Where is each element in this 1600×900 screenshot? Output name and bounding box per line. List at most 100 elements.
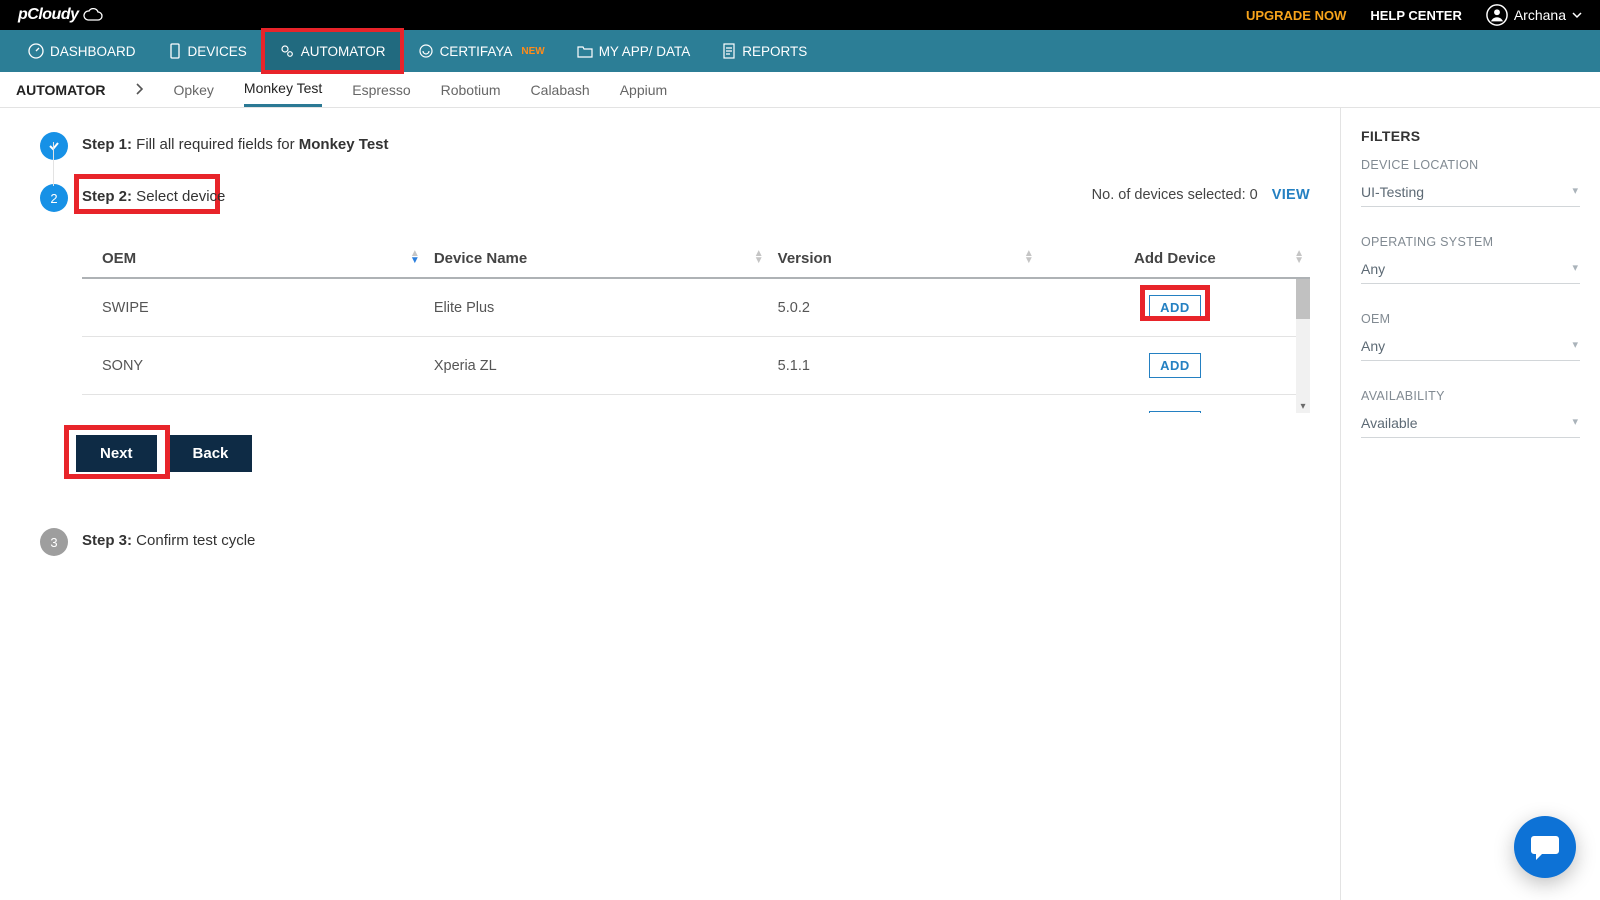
topbar-right: UPGRADE NOW HELP CENTER Archana bbox=[1246, 4, 1582, 26]
tab-monkey-test[interactable]: Monkey Test bbox=[244, 72, 322, 107]
view-link[interactable]: VIEW bbox=[1272, 187, 1310, 203]
cell-device: Elite Plus bbox=[426, 279, 770, 337]
nav-certifaya[interactable]: CERTIFAYA NEW bbox=[402, 30, 561, 72]
back-button[interactable]: Back bbox=[169, 435, 253, 472]
filter-availability[interactable]: Available bbox=[1361, 409, 1580, 438]
col-add-header[interactable]: Add Device ▲▼ bbox=[1040, 240, 1310, 278]
cell-oem: SWIPE bbox=[82, 279, 426, 337]
col-add-label: Add Device bbox=[1134, 250, 1216, 267]
cell-version: 5.0.2 bbox=[770, 279, 1040, 337]
device-icon bbox=[168, 43, 182, 59]
add-button[interactable]: ADD bbox=[1149, 353, 1201, 378]
step-2-label: Step 2: bbox=[82, 188, 132, 205]
filter-oem[interactable]: Any bbox=[1361, 332, 1580, 361]
step-2: 2 Step 2: Select device No. of devices s… bbox=[40, 184, 1310, 212]
breadcrumb: AUTOMATOR bbox=[16, 82, 105, 98]
tab-calabash[interactable]: Calabash bbox=[531, 74, 590, 106]
sort-icon: ▲▼ bbox=[1294, 250, 1304, 264]
step-1-title: Step 1: Fill all required fields for Mon… bbox=[82, 136, 389, 153]
cell-oem: SONY bbox=[82, 337, 426, 395]
cell-version: 7.0.0 bbox=[770, 395, 1040, 414]
step-1-text: Fill all required fields for bbox=[132, 136, 299, 153]
filter-availability-label: AVAILABILITY bbox=[1361, 389, 1580, 403]
filter-os-value: Any bbox=[1361, 255, 1580, 284]
chat-icon bbox=[1530, 833, 1560, 861]
col-device-header[interactable]: Device Name ▲▼ bbox=[426, 240, 770, 278]
certifaya-icon bbox=[418, 43, 434, 59]
avatar-icon bbox=[1486, 4, 1508, 26]
step-1: Step 1: Fill all required fields for Mon… bbox=[40, 132, 1310, 160]
nav-automator[interactable]: AUTOMATOR bbox=[263, 30, 402, 72]
device-table: OEM ▲▼ Device Name ▲▼ Version ▲▼ Add D bbox=[82, 240, 1310, 279]
step-2-right: No. of devices selected: 0 VIEW bbox=[1092, 187, 1310, 203]
step-connector bbox=[53, 142, 54, 186]
logo-text: pCloudy bbox=[18, 6, 79, 24]
col-version-header[interactable]: Version ▲▼ bbox=[770, 240, 1040, 278]
tab-opkey[interactable]: Opkey bbox=[173, 74, 213, 106]
nav-devices-label: DEVICES bbox=[188, 44, 247, 59]
selected-count-label: No. of devices selected: bbox=[1092, 187, 1250, 203]
table-row: SONY Xperia ZL 5.1.1 ADD bbox=[82, 337, 1310, 395]
chat-button[interactable] bbox=[1514, 816, 1576, 878]
nav-certifaya-label: CERTIFAYA bbox=[440, 44, 513, 59]
gauge-icon bbox=[28, 43, 44, 59]
content: Step 1: Fill all required fields for Mon… bbox=[0, 108, 1600, 900]
nav-dashboard-label: DASHBOARD bbox=[50, 44, 136, 59]
nav-reports[interactable]: REPORTS bbox=[706, 30, 823, 72]
check-icon bbox=[47, 139, 61, 153]
nav-dashboard[interactable]: DASHBOARD bbox=[12, 30, 152, 72]
help-link[interactable]: HELP CENTER bbox=[1370, 8, 1462, 23]
filter-availability-value: Available bbox=[1361, 409, 1580, 438]
cell-oem: SAMSUNG bbox=[82, 395, 426, 414]
step-3-label: Step 3: bbox=[82, 532, 132, 549]
button-row: Next Back bbox=[76, 435, 1310, 472]
step-2-header: Step 2: Select device No. of devices sel… bbox=[82, 184, 1310, 205]
topbar: pCloudy UPGRADE NOW HELP CENTER Archana bbox=[0, 0, 1600, 30]
upgrade-link[interactable]: UPGRADE NOW bbox=[1246, 8, 1346, 23]
add-button[interactable]: ADD bbox=[1149, 295, 1201, 320]
tab-espresso[interactable]: Espresso bbox=[352, 74, 410, 106]
tab-robotium[interactable]: Robotium bbox=[441, 74, 501, 106]
table-row: SWIPE Elite Plus 5.0.2 ADD bbox=[82, 279, 1310, 337]
add-button[interactable]: ADD bbox=[1149, 411, 1201, 413]
logo: pCloudy bbox=[18, 6, 103, 24]
cloud-icon bbox=[81, 8, 103, 22]
filter-oem-value: Any bbox=[1361, 332, 1580, 361]
step-2-body: OEM ▲▼ Device Name ▲▼ Version ▲▼ Add D bbox=[82, 240, 1310, 472]
gears-icon bbox=[279, 43, 295, 59]
sort-icon: ▲▼ bbox=[1024, 250, 1034, 264]
cell-device: Xperia ZL bbox=[426, 337, 770, 395]
step-2-text: Select device bbox=[132, 188, 225, 205]
step-1-strong: Monkey Test bbox=[299, 136, 389, 153]
step-3: 3 Step 3: Confirm test cycle bbox=[40, 528, 1310, 556]
step-3-badge: 3 bbox=[40, 528, 68, 556]
nav-myapp-label: MY APP/ DATA bbox=[599, 44, 691, 59]
filters-sidebar: FILTERS DEVICE LOCATION UI-Testing OPERA… bbox=[1340, 108, 1600, 900]
filter-os[interactable]: Any bbox=[1361, 255, 1580, 284]
chevron-down-icon bbox=[1572, 10, 1582, 20]
doc-icon bbox=[722, 43, 736, 59]
filters-title: FILTERS bbox=[1361, 128, 1580, 144]
nav-devices[interactable]: DEVICES bbox=[152, 30, 263, 72]
folder-icon bbox=[577, 44, 593, 58]
main-panel: Step 1: Fill all required fields for Mon… bbox=[0, 108, 1340, 900]
filter-os-label: OPERATING SYSTEM bbox=[1361, 235, 1580, 249]
step-1-label: Step 1: bbox=[82, 136, 132, 153]
filter-location[interactable]: UI-Testing bbox=[1361, 178, 1580, 207]
next-button[interactable]: Next bbox=[76, 435, 157, 472]
chevron-right-icon bbox=[135, 82, 143, 98]
step-1-badge bbox=[40, 132, 68, 160]
table-row: SAMSUNG S6 Edge 7.0.0 ADD bbox=[82, 395, 1310, 414]
table-scroll: SWIPE Elite Plus 5.0.2 ADD SONY Xperia Z… bbox=[82, 279, 1310, 413]
user-menu[interactable]: Archana bbox=[1486, 4, 1582, 26]
sort-icon: ▲▼ bbox=[410, 250, 420, 264]
nav-myapp[interactable]: MY APP/ DATA bbox=[561, 30, 707, 72]
cell-version: 5.1.1 bbox=[770, 337, 1040, 395]
scrollbar-down[interactable]: ▾ bbox=[1296, 399, 1310, 413]
tab-appium[interactable]: Appium bbox=[620, 74, 667, 106]
col-oem-header[interactable]: OEM ▲▼ bbox=[82, 240, 426, 278]
selected-count: No. of devices selected: 0 bbox=[1092, 187, 1258, 203]
subnav: AUTOMATOR Opkey Monkey Test Espresso Rob… bbox=[0, 72, 1600, 108]
selected-count-value: 0 bbox=[1250, 187, 1258, 203]
scrollbar-thumb[interactable] bbox=[1296, 279, 1310, 319]
